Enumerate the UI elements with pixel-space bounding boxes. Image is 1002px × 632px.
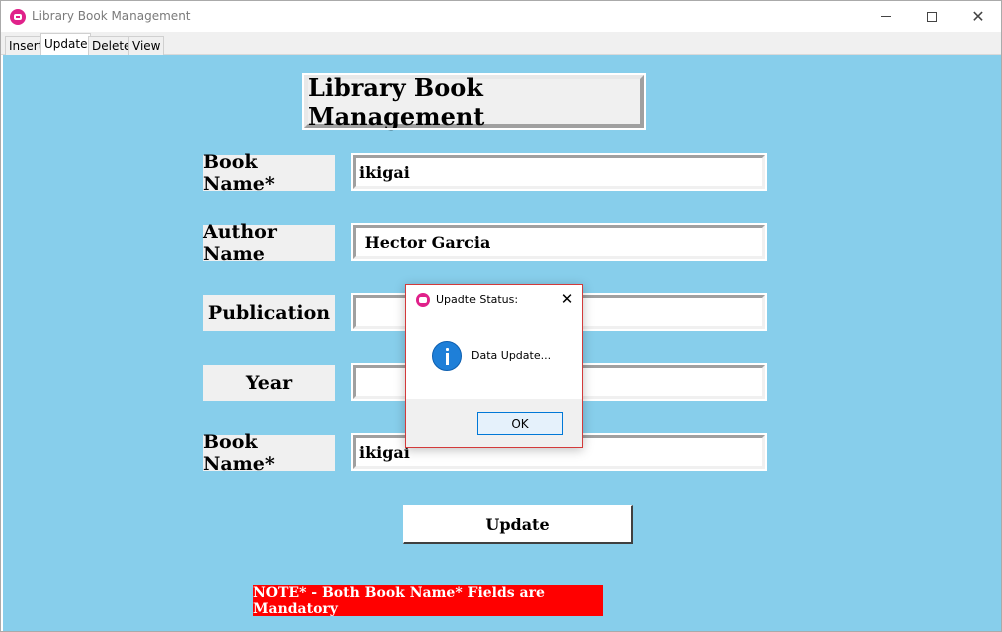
ok-button[interactable]: OK: [477, 412, 563, 435]
close-icon: ✕: [971, 6, 985, 26]
dialog-message: Data Update...: [471, 349, 552, 362]
maximize-icon: [927, 11, 937, 22]
book-name-label: Book Name*: [203, 151, 335, 195]
book-name-field[interactable]: ikigai: [351, 153, 767, 191]
tab-view[interactable]: View: [128, 36, 165, 55]
title-bar[interactable]: Library Book Management ✕: [1, 1, 1001, 32]
author-name-label: Author Name: [203, 221, 335, 265]
book-name-key-label: Book Name*: [203, 431, 335, 475]
maximize-button[interactable]: [909, 1, 955, 32]
publication-label: Publication: [203, 295, 335, 331]
author-name-field[interactable]: Hector Garcia: [351, 223, 767, 261]
app-window: Library Book Management ✕ Insert Update …: [0, 0, 1002, 632]
close-button[interactable]: ✕: [955, 1, 1001, 32]
dialog-footer: OK: [406, 399, 582, 447]
info-icon: [432, 341, 462, 371]
update-button[interactable]: Update: [403, 505, 633, 544]
app-logo-icon: [416, 293, 430, 307]
dialog-close-button[interactable]: ✕: [554, 288, 580, 310]
dialog-title: Upadte Status:: [436, 293, 519, 306]
update-status-dialog: Upadte Status: ✕ Data Update... OK: [405, 284, 583, 448]
page-title: Library Book Management: [302, 73, 646, 131]
minimize-button[interactable]: [863, 1, 909, 32]
mandatory-note: NOTE* - Both Book Name* Fields are Manda…: [253, 585, 603, 617]
tab-update[interactable]: Update: [40, 33, 92, 55]
tab-strip: Insert Update Delete View: [1, 32, 1001, 55]
window-title: Library Book Management: [32, 9, 191, 23]
year-label: Year: [203, 365, 335, 401]
minimize-icon: [881, 16, 891, 17]
app-logo-icon: [10, 9, 26, 25]
